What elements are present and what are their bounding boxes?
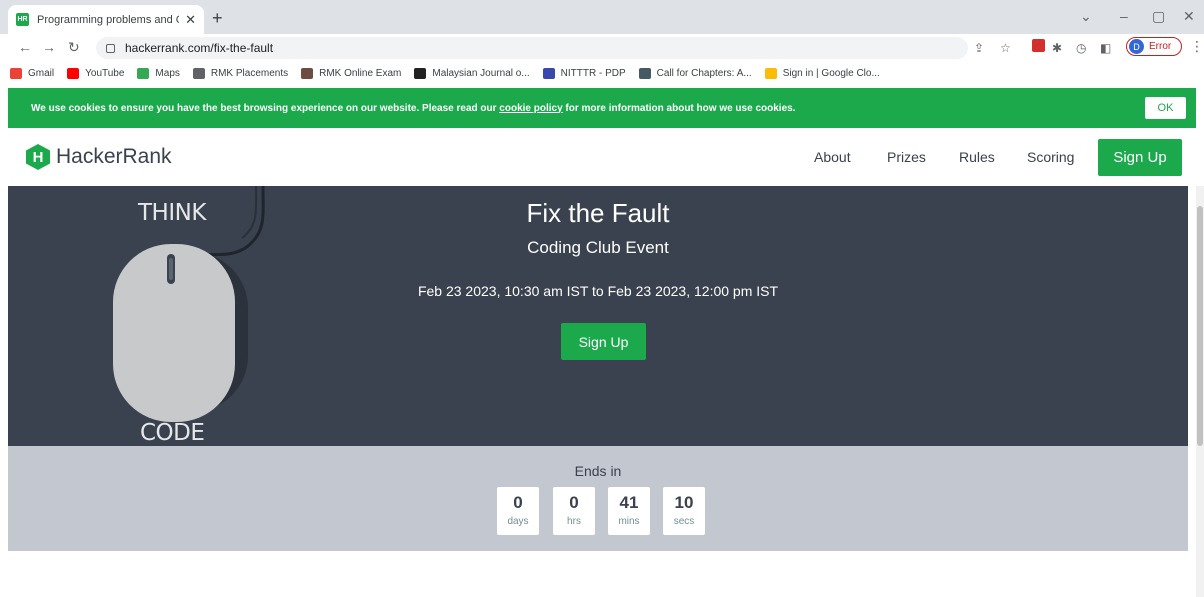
reload-icon[interactable]: ↻ xyxy=(68,39,80,56)
cookie-text-start: We use cookies to ensure you have the be… xyxy=(31,102,500,114)
profile-status: Error xyxy=(1149,41,1172,52)
bookmark-label: RMK Online Exam xyxy=(319,67,402,79)
cookie-policy-link[interactable]: cookie policy xyxy=(499,103,562,114)
countdown-secs: 10 secs xyxy=(663,487,705,535)
bookmark-favicon-icon xyxy=(414,67,427,79)
bookmark-label: Malaysian Journal o... xyxy=(432,67,530,79)
url-text: hackerrank.com/fix-the-fault xyxy=(125,41,274,55)
address-bar[interactable]: hackerrank.com/fix-the-fault xyxy=(96,37,968,59)
event-title: Fix the Fault xyxy=(526,198,670,228)
bookmark-favicon-icon xyxy=(542,67,555,79)
bookmark-label: RMK Placements xyxy=(210,67,289,79)
cookie-banner: We use cookies to ensure you have the be… xyxy=(8,88,1196,128)
side-panel-icon[interactable]: ◧ xyxy=(1100,41,1111,55)
countdown-unit: days xyxy=(507,516,529,527)
header-signup-button[interactable]: Sign Up xyxy=(1098,139,1182,176)
countdown-unit: hrs xyxy=(567,516,581,527)
new-tab-icon[interactable]: + xyxy=(212,8,223,29)
history-icon[interactable]: ◷ xyxy=(1076,41,1086,55)
bookmark-favicon-icon xyxy=(764,67,777,79)
countdown-value: 0 xyxy=(569,493,579,512)
bookmark-star-icon[interactable]: ☆ xyxy=(1000,41,1011,55)
cookie-text-end: for more information about how we use co… xyxy=(562,102,796,114)
countdown-value: 0 xyxy=(513,493,523,512)
nav-prizes[interactable]: Prizes xyxy=(887,149,926,165)
ends-in-label: Ends in xyxy=(574,463,622,479)
nav-about[interactable]: About xyxy=(814,149,851,165)
minimize-icon[interactable]: – xyxy=(1120,8,1128,24)
bookmark-favicon-icon xyxy=(192,67,205,79)
event-subtitle: Coding Club Event xyxy=(527,238,669,257)
hackerrank-logo-icon: H xyxy=(26,144,50,170)
page-scrollbar[interactable] xyxy=(1196,186,1204,597)
bookmark-item[interactable]: RMK Online Exam xyxy=(301,67,402,79)
countdown-value: 10 xyxy=(674,493,694,512)
menu-icon[interactable]: ⋮ xyxy=(1190,38,1204,55)
countdown-section: Ends in 0 days 0 hrs 41 mins 10 secs xyxy=(8,446,1188,551)
event-signup-button[interactable]: Sign Up xyxy=(561,323,646,360)
restore-icon[interactable]: ▢ xyxy=(1152,8,1165,25)
bookmark-label: YouTube xyxy=(85,67,125,79)
bookmark-item[interactable]: Malaysian Journal o... xyxy=(414,67,530,79)
countdown-days: 0 days xyxy=(497,487,539,535)
hackerrank-favicon-icon: HR xyxy=(16,13,29,26)
bookmark-item[interactable]: RMK Placements xyxy=(192,67,289,79)
hackerrank-logo[interactable]: H HackerRank xyxy=(26,144,172,170)
browser-tabstrip: HR Programming problems and Cor ✕ + ⌄ – … xyxy=(0,0,1204,34)
bookmark-item[interactable]: YouTube xyxy=(67,67,125,79)
cookie-ok-button[interactable]: OK xyxy=(1145,97,1186,119)
cookie-text: We use cookies to ensure you have the be… xyxy=(31,103,795,114)
countdown-value: 41 xyxy=(619,493,639,512)
bookmark-favicon-icon xyxy=(301,67,314,79)
bookmark-favicon-icon xyxy=(137,67,150,79)
event-hero: THINK CODE Fix the Fault Coding Club Eve… xyxy=(8,186,1188,446)
bookmark-favicon-icon xyxy=(10,67,22,79)
bookmark-label: NITTTR - PDP xyxy=(560,67,626,79)
scrollbar-thumb[interactable] xyxy=(1197,206,1203,446)
tab-title: Programming problems and Cor xyxy=(37,13,180,26)
bookmark-label: Sign in | Google Clo... xyxy=(782,67,880,79)
close-window-icon[interactable]: ✕ xyxy=(1183,8,1195,25)
lock-icon xyxy=(106,43,115,53)
share-icon[interactable]: ⇪ xyxy=(974,41,984,55)
countdown-unit: secs xyxy=(673,516,695,527)
bookmark-item[interactable]: Sign in | Google Clo... xyxy=(764,67,880,79)
bookmark-favicon-icon xyxy=(638,67,651,79)
bookmark-item[interactable]: Gmail xyxy=(10,67,55,79)
extension-icon[interactable] xyxy=(1032,39,1045,52)
nav-scoring[interactable]: Scoring xyxy=(1027,149,1074,165)
bookmark-item[interactable]: Maps xyxy=(137,67,180,79)
countdown-unit: mins xyxy=(618,516,640,527)
event-date-range: Feb 23 2023, 10:30 am IST to Feb 23 2023… xyxy=(417,283,779,299)
avatar: D xyxy=(1129,39,1144,54)
bookmark-label: Maps xyxy=(155,67,180,79)
tab-close-icon[interactable]: ✕ xyxy=(185,12,196,28)
bookmark-label: Gmail xyxy=(28,67,55,79)
bookmarks-bar: Gmail YouTube Maps RMK Placements RMK Online… xyxy=(0,62,1204,84)
browser-tab[interactable]: HR Programming problems and Cor ✕ xyxy=(8,5,204,34)
site-header: H HackerRank About Prizes Rules Scoring … xyxy=(8,128,1196,186)
logo-name: HackerRank xyxy=(56,145,172,168)
code-label: CODE xyxy=(140,420,205,446)
extensions-icon[interactable]: ✱ xyxy=(1052,41,1062,55)
countdown-hrs: 0 hrs xyxy=(553,487,595,535)
bookmark-label: Call for Chapters: A... xyxy=(656,67,752,79)
nav-rules[interactable]: Rules xyxy=(959,149,995,165)
bookmark-item[interactable]: NITTTR - PDP xyxy=(542,67,626,79)
bookmark-item[interactable]: Call for Chapters: A... xyxy=(638,67,752,79)
profile-button[interactable]: D Error xyxy=(1126,37,1182,56)
back-icon[interactable]: ← xyxy=(18,39,32,55)
bookmark-favicon-icon xyxy=(67,67,80,79)
tab-search-icon[interactable]: ⌄ xyxy=(1080,8,1092,25)
forward-icon[interactable]: → xyxy=(42,39,56,55)
countdown-mins: 41 mins xyxy=(608,487,650,535)
browser-toolbar: ← → ↻ hackerrank.com/fix-the-fault ⇪ ☆ ✱… xyxy=(0,34,1204,62)
